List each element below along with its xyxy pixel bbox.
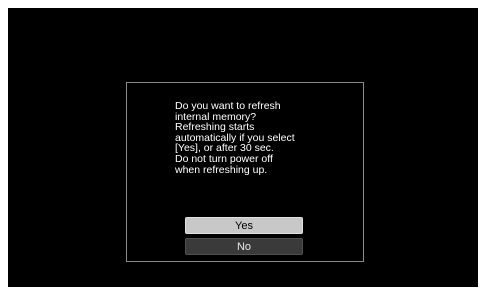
dialog-message: Do you want to refresh internal memory? …	[175, 101, 357, 175]
no-button[interactable]: No	[185, 238, 303, 255]
message-line: Do not turn power off	[175, 152, 273, 165]
yes-button[interactable]: Yes	[185, 217, 303, 234]
refresh-memory-dialog: Do you want to refresh internal memory? …	[126, 82, 364, 262]
message-line: when refreshing up.	[175, 163, 268, 176]
message-line: Do you want to refresh	[175, 100, 281, 112]
screen: Do you want to refresh internal memory? …	[8, 8, 478, 287]
